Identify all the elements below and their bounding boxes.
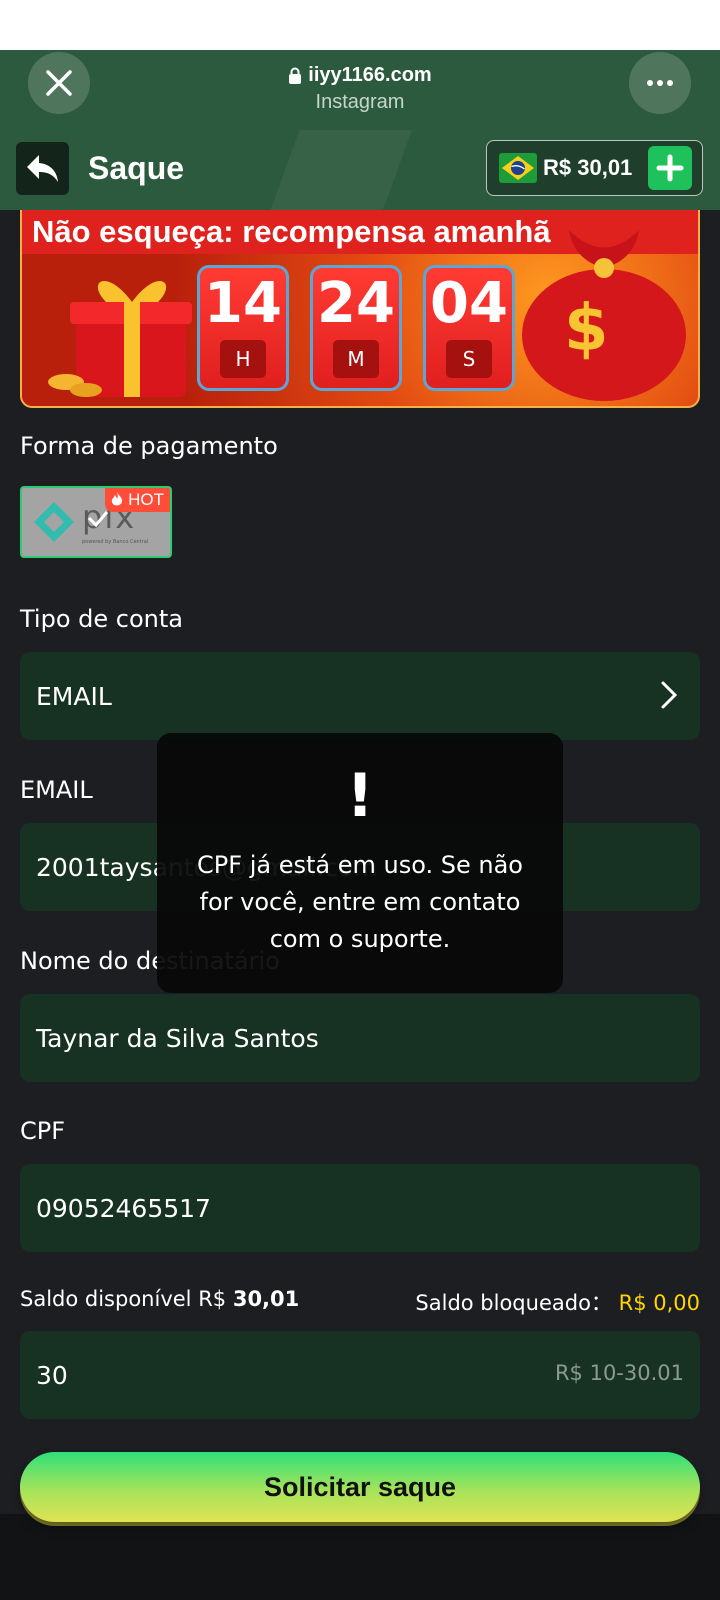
available-balance: Saldo disponível R$ 30,01 — [20, 1287, 299, 1311]
account-type-value: EMAIL — [36, 681, 112, 711]
back-button[interactable] — [16, 142, 69, 195]
bottom-bar — [0, 1514, 720, 1600]
url-subtitle: Instagram — [315, 91, 405, 113]
submit-withdraw-button[interactable]: Solicitar saque — [20, 1452, 700, 1522]
cpf-input[interactable]: 09052465517 — [20, 1164, 700, 1252]
available-balance-prefix: R$ — [198, 1287, 227, 1311]
available-balance-value: 30,01 — [232, 1287, 300, 1311]
checkmark-icon — [87, 511, 109, 528]
pix-subtitle: powered by Banco Central — [82, 539, 149, 545]
blocked-balance-value: R$ 0,00 — [618, 1291, 700, 1315]
amount-range-hint: R$ 10-30.01 — [554, 1361, 684, 1385]
brazil-flag-icon — [499, 153, 537, 183]
cpf-value: 09052465517 — [36, 1193, 211, 1223]
recipient-input[interactable]: Taynar da Silva Santos — [20, 994, 700, 1082]
timer-seconds: 04 S — [423, 265, 515, 391]
available-balance-label: Saldo disponível — [20, 1287, 192, 1311]
timer-hours: 14 H — [197, 265, 289, 391]
hot-badge-text: HOT — [128, 490, 164, 509]
timer-minutes: 24 M — [310, 265, 402, 391]
exclamation-icon: ! — [346, 761, 374, 831]
url-area[interactable]: iiyy1166.com Instagram — [0, 64, 720, 114]
page-title: Saque — [88, 150, 185, 186]
url-domain: iiyy1166.com — [308, 64, 432, 86]
plus-icon — [656, 154, 684, 182]
timer-minutes-unit: M — [333, 340, 379, 378]
balance-amount: R$ 30,01 — [543, 155, 633, 180]
lock-icon — [289, 67, 302, 84]
banner-title: Não esqueça: recompensa amanhã — [32, 214, 551, 249]
payment-method-label: Forma de pagamento — [20, 432, 278, 460]
status-area — [0, 0, 720, 50]
pix-logo-icon — [34, 502, 74, 542]
balance-chip[interactable]: R$ 30,01 — [486, 140, 703, 196]
gift-icon — [48, 281, 192, 397]
account-type-label: Tipo de conta — [20, 605, 183, 633]
timer-minutes-value: 24 — [317, 271, 395, 336]
svg-text:$: $ — [564, 292, 609, 366]
account-type-select[interactable]: EMAIL — [20, 652, 700, 740]
money-bag-icon: $ — [522, 230, 686, 401]
timer-hours-value: 14 — [204, 271, 282, 336]
email-label: EMAIL — [20, 776, 93, 804]
chevron-right-icon — [661, 681, 678, 709]
timer-seconds-value: 04 — [430, 271, 508, 336]
hot-badge: HOT — [105, 488, 170, 512]
error-toast: ! CPF já está em uso. Se não for você, e… — [157, 733, 563, 993]
pix-option[interactable]: pix powered by Banco Central HOT — [20, 486, 172, 558]
amount-input[interactable]: 30 R$ 10-30.01 — [20, 1331, 700, 1419]
flame-icon — [112, 492, 123, 506]
cpf-label: CPF — [20, 1117, 66, 1145]
amount-value: 30 — [36, 1360, 68, 1390]
reward-banner[interactable]: Não esqueça: recompensa amanhã $ 14 H 24… — [20, 210, 700, 408]
blocked-balance-label: Saldo bloqueado： — [415, 1291, 612, 1315]
recipient-value: Taynar da Silva Santos — [36, 1023, 319, 1053]
timer-seconds-unit: S — [446, 340, 492, 378]
blocked-balance: Saldo bloqueado： R$ 0,00 — [415, 1287, 700, 1317]
timer-hours-unit: H — [220, 340, 266, 378]
toast-message: CPF já está em uso. Se não for você, ent… — [197, 851, 523, 953]
back-arrow-icon — [26, 154, 58, 182]
deposit-plus-button[interactable] — [648, 146, 692, 190]
